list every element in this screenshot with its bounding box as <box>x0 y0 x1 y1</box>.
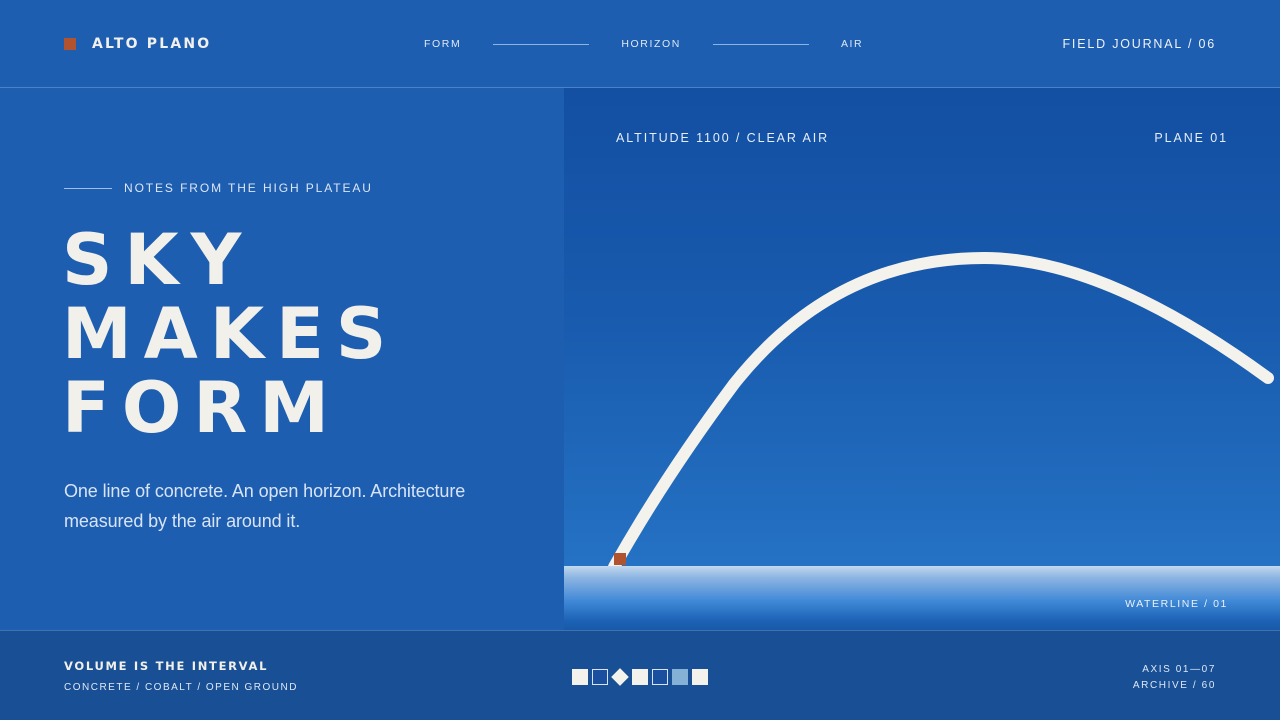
hero-text-panel: NOTES FROM THE HIGH PLATEAU SKY MAKES FO… <box>0 88 564 630</box>
sky-panel: ALTITUDE 1100 / CLEAR AIR PLANE 01 WATER… <box>564 88 1280 630</box>
nav-link-horizon[interactable]: HORIZON <box>621 38 681 50</box>
headline-line-3: FORM <box>62 367 341 449</box>
headline: SKY MAKES FORM <box>62 223 398 445</box>
site-footer: VOLUME IS THE INTERVAL CONCRETE / COBALT… <box>0 630 1280 720</box>
footer-meta: AXIS 01—07 ARCHIVE / 60 <box>1133 662 1216 694</box>
field-journal-link[interactable]: FIELD JOURNAL / 06 <box>1063 37 1217 51</box>
brand[interactable]: ALTO PLANO <box>64 36 211 52</box>
swatch-outline-square[interactable] <box>592 669 608 685</box>
footer-title: VOLUME IS THE INTERVAL <box>64 659 269 673</box>
main-nav: FORM HORIZON AIR <box>424 38 863 50</box>
swatch-row <box>572 668 712 686</box>
eyebrow-rule <box>64 187 112 189</box>
site-header: ALTO PLANO FORM HORIZON AIR FIELD JOURNA… <box>0 0 1280 88</box>
lede-paragraph: One line of concrete. An open horizon. A… <box>64 481 466 531</box>
swatch-white-square[interactable] <box>572 669 588 685</box>
anchor-marker-icon <box>614 553 626 565</box>
brand-mark-icon <box>64 38 76 50</box>
nav-link-air[interactable]: AIR <box>841 38 863 50</box>
nav-link-form[interactable]: FORM <box>424 38 461 50</box>
headline-line-2: MAKES <box>62 293 399 375</box>
swatch-diamond[interactable] <box>611 668 629 686</box>
eyebrow-text: NOTES FROM THE HIGH PLATEAU <box>124 181 373 195</box>
axis-label: AXIS 01—07 <box>1142 664 1216 675</box>
archive-label: ARCHIVE / 60 <box>1132 680 1216 691</box>
swatch-pale-square[interactable] <box>672 669 688 685</box>
footer-subtitle: CONCRETE / COBALT / OPEN GROUND <box>64 682 298 693</box>
nav-divider <box>493 43 590 45</box>
waterline-label: WATERLINE / 01 <box>1125 598 1228 610</box>
swatch-outline-square[interactable] <box>652 669 668 685</box>
nav-divider <box>712 43 809 45</box>
swatch-white-square[interactable] <box>692 669 708 685</box>
eyebrow: NOTES FROM THE HIGH PLATEAU <box>64 181 373 195</box>
concrete-arc <box>608 251 1274 573</box>
swatch-white-square[interactable] <box>632 669 648 685</box>
brand-name: ALTO PLANO <box>92 36 212 52</box>
headline-line-1: SKY <box>62 219 254 301</box>
concrete-arc-graphic <box>608 251 1274 573</box>
